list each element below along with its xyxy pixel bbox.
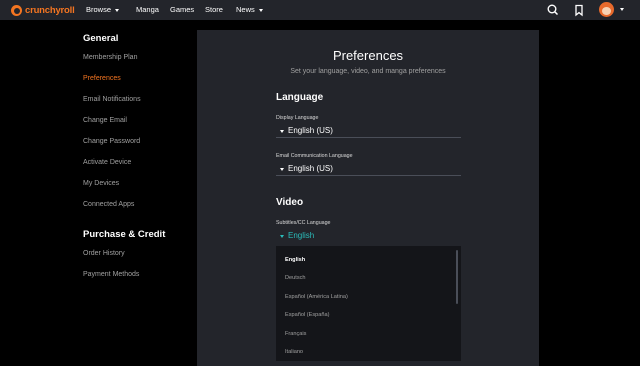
- display-language-select[interactable]: English (US): [276, 124, 461, 138]
- page-subtitle: Set your language, video, and manga pref…: [290, 68, 446, 75]
- sidebar-heading-general: General: [83, 33, 119, 44]
- subtitles-language-value: English: [288, 231, 315, 240]
- nav-browse-label: Browse: [86, 5, 112, 14]
- nav-news[interactable]: News: [236, 0, 263, 20]
- sidebar-item-activate-device[interactable]: Activate Device: [83, 159, 131, 166]
- sidebar-heading-purchase-credit: Purchase & Credit: [83, 229, 166, 240]
- email-language-label: Email Communication Language: [276, 153, 353, 159]
- chevron-down-icon: [115, 8, 120, 12]
- sidebar-item-my-devices[interactable]: My Devices: [83, 180, 119, 187]
- nav-browse[interactable]: Browse: [86, 0, 120, 20]
- crunchyroll-logo-icon: [11, 4, 22, 16]
- display-language-value: English (US): [288, 126, 333, 135]
- chevron-down-icon: [280, 168, 284, 171]
- dropdown-scrollbar[interactable]: [456, 250, 458, 304]
- chevron-down-icon: [258, 8, 263, 12]
- sidebar-item-preferences[interactable]: Preferences: [83, 75, 121, 82]
- language-section-heading: Language: [276, 92, 324, 103]
- subtitles-language-label: Subtitles/CC Language: [276, 220, 331, 226]
- sidebar-item-connected-apps[interactable]: Connected Apps: [83, 201, 134, 208]
- subtitles-language-select[interactable]: English: [276, 229, 461, 243]
- option-italiano[interactable]: Italiano: [285, 349, 303, 355]
- chevron-down-icon: [280, 235, 284, 238]
- page-title: Preferences: [332, 48, 404, 63]
- sidebar-item-change-password[interactable]: Change Password: [83, 138, 140, 145]
- chevron-down-icon: [280, 130, 284, 133]
- video-section-heading: Video: [276, 197, 304, 208]
- nav-games[interactable]: Games: [170, 0, 194, 20]
- option-francais[interactable]: Français: [285, 331, 306, 337]
- nav-manga[interactable]: Manga: [136, 0, 159, 20]
- sidebar-item-membership-plan[interactable]: Membership Plan: [83, 54, 137, 61]
- sidebar-item-email-notifications[interactable]: Email Notifications: [83, 96, 141, 103]
- nav-news-label: News: [236, 5, 255, 14]
- option-espanol-america-latina[interactable]: Español (América Latina): [285, 294, 348, 300]
- display-language-label: Display Language: [276, 115, 319, 121]
- sidebar-item-change-email[interactable]: Change Email: [83, 117, 127, 124]
- nav-store[interactable]: Store: [205, 0, 223, 20]
- email-language-select[interactable]: English (US): [276, 162, 461, 176]
- search-icon[interactable]: [545, 2, 561, 18]
- option-deutsch[interactable]: Deutsch: [285, 275, 306, 281]
- avatar[interactable]: [599, 2, 614, 17]
- chevron-down-icon[interactable]: [620, 8, 624, 11]
- top-navigation-bar: crunchyroll Browse Manga Games Store New…: [0, 0, 640, 20]
- email-language-value: English (US): [288, 164, 333, 173]
- bookmark-icon[interactable]: [571, 2, 587, 18]
- sidebar-item-order-history[interactable]: Order History: [83, 250, 125, 257]
- option-english[interactable]: English: [285, 257, 305, 263]
- sidebar-item-payment-methods[interactable]: Payment Methods: [83, 271, 139, 278]
- brand-name: crunchyroll: [25, 4, 75, 16]
- option-espanol-espana[interactable]: Español (España): [285, 312, 329, 318]
- crunchyroll-logo[interactable]: crunchyroll: [11, 3, 75, 17]
- subtitles-dropdown-list: English Deutsch Español (América Latina)…: [276, 246, 461, 361]
